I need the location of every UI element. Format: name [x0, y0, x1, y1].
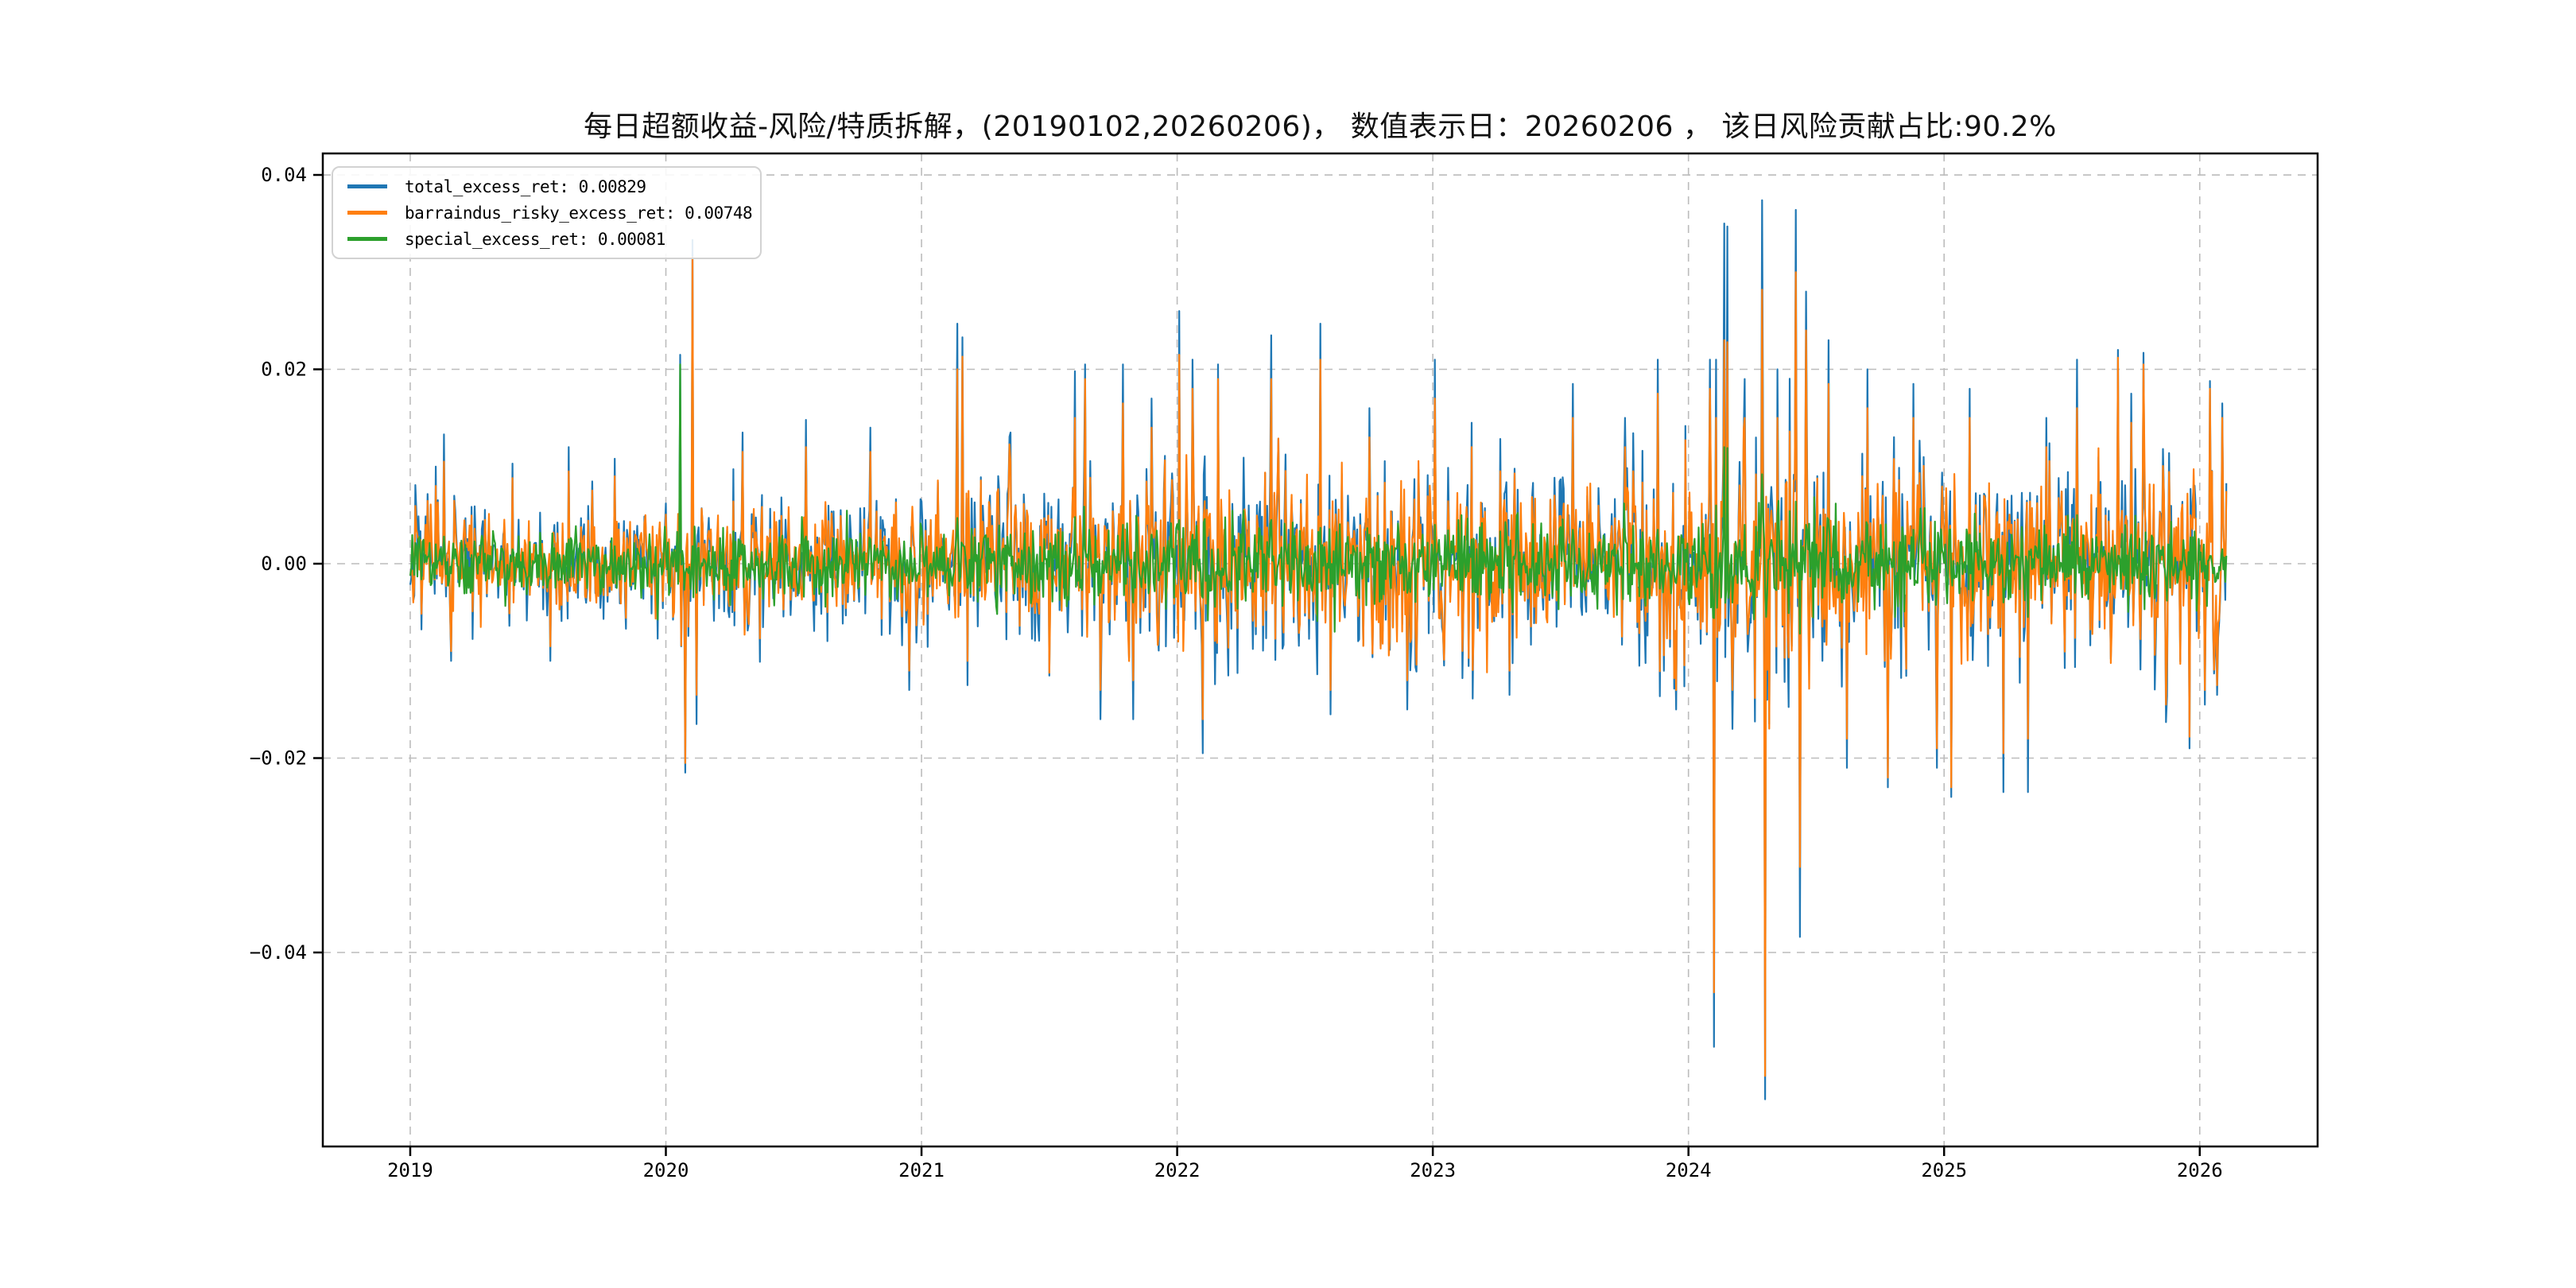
- figure-canvas: 0.04 0.02 0.00 −0.02 −0.04 2019 2020 2021 2022 20…: [0, 0, 2576, 1288]
- legend-label-barraindus-risky: barraindus_risky_excess_ret: 0.00748: [405, 204, 752, 223]
- x-tick-label: 2025: [1921, 1159, 1967, 1181]
- legend-entry-special: special_excess_ret: 0.00081: [341, 226, 752, 252]
- legend-line-barraindus-risky-icon: [347, 211, 387, 215]
- x-tick-label: 2026: [2177, 1159, 2223, 1181]
- y-tick-label: 0.02: [261, 359, 307, 381]
- legend-label-special: special_excess_ret: 0.00081: [405, 230, 665, 249]
- y-tick-label: −0.02: [250, 747, 307, 770]
- legend-box: total_excess_ret: 0.00829 barraindus_ris…: [332, 166, 762, 259]
- legend-line-total-icon: [347, 184, 387, 188]
- legend-entry-barraindus-risky: barraindus_risky_excess_ret: 0.00748: [341, 200, 752, 226]
- x-tick-label: 2021: [898, 1159, 945, 1181]
- x-tick-label: 2022: [1154, 1159, 1201, 1181]
- x-tick-label: 2019: [387, 1159, 433, 1181]
- y-tick-label: −0.04: [250, 941, 307, 964]
- legend-label-total: total_excess_ret: 0.00829: [405, 177, 646, 196]
- legend-entry-total: total_excess_ret: 0.00829: [341, 173, 752, 200]
- y-tick-label: 0.04: [261, 164, 307, 186]
- chart-title: 每日超额收益-风险/特质拆解，(20190102,20260206)， 数值表示…: [323, 103, 2318, 145]
- x-tick-label: 2023: [1410, 1159, 1456, 1181]
- x-tick-label: 2024: [1666, 1159, 1712, 1181]
- legend-line-special-icon: [347, 237, 387, 241]
- x-tick-label: 2020: [643, 1159, 689, 1181]
- y-tick-label: 0.00: [261, 553, 307, 575]
